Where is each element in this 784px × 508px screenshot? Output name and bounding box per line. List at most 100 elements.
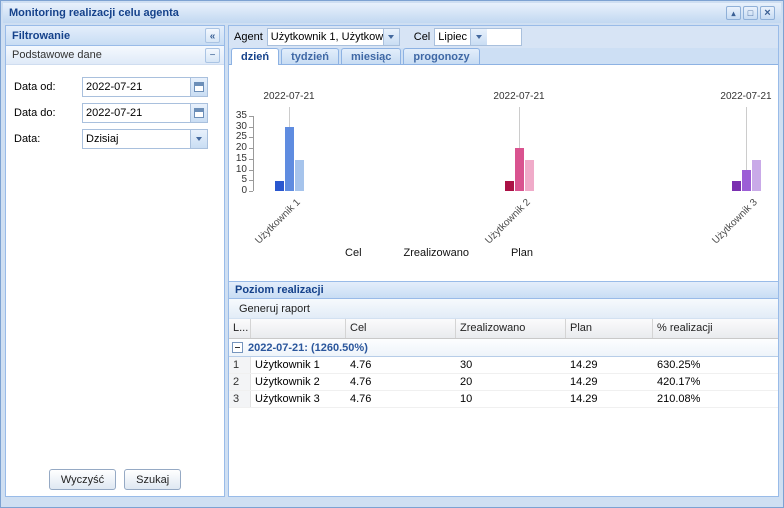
column-header-name[interactable] <box>251 319 346 338</box>
y-tick-mark <box>249 180 253 182</box>
date-to-picker-trigger[interactable] <box>190 104 207 122</box>
section-collapse-button[interactable] <box>205 47 220 63</box>
clear-button[interactable]: Wyczyść <box>48 469 117 490</box>
window-maximize-button[interactable] <box>743 6 758 20</box>
y-tick-label: 35 <box>235 110 247 121</box>
chevron-down-icon <box>196 137 202 141</box>
column-header-lp[interactable]: L... <box>229 319 251 338</box>
calendar-icon <box>194 108 204 118</box>
date-preset-combobox[interactable] <box>82 129 208 149</box>
cell-num: 2 <box>229 374 251 390</box>
y-tick-mark <box>249 158 253 160</box>
date-to-input[interactable] <box>83 104 190 122</box>
y-tick-mark <box>249 148 253 150</box>
group-date-label: 2022-07-21 <box>720 91 772 102</box>
window-tools <box>726 6 775 20</box>
tab-dzien[interactable]: dzień <box>231 48 280 65</box>
window-titlebar: Monitoring realizacji celu agenta <box>3 3 781 23</box>
cell-pct: 420.17% <box>657 376 701 388</box>
date-preset-dropdown-trigger[interactable] <box>190 130 207 148</box>
filter-footer: Wyczyść Szukaj <box>6 469 224 490</box>
agent-combobox-value: Użytkownik 1, Użytkowr <box>270 31 383 43</box>
group-row[interactable]: 2022-07-21: (1260.50%) <box>229 339 778 357</box>
table-row[interactable]: 2 Użytkownik 2 4.76 20 14.29 420.17% <box>229 374 778 391</box>
y-tick-label: 10 <box>235 163 247 175</box>
legend-item-cel: Cel <box>345 247 362 259</box>
grid-toolbar: Generuj raport <box>229 299 778 319</box>
column-header-cel[interactable]: Cel <box>346 319 456 338</box>
agent-label: Agent <box>234 31 263 43</box>
bar-zrealizowano <box>515 148 524 191</box>
maximize-icon <box>748 7 753 19</box>
filter-panel: Filtrowanie Podstawowe dane Data od: <box>5 25 225 497</box>
cel-dropdown-trigger[interactable] <box>470 29 488 45</box>
y-tick-label: 15 <box>235 152 247 164</box>
agent-toolbar: Agent Użytkownik 1, Użytkowr Cel Lipiec <box>229 26 778 48</box>
table-row[interactable]: 3 Użytkownik 3 4.76 10 14.29 210.08% <box>229 391 778 408</box>
panel-collapse-left-button[interactable] <box>205 28 220 43</box>
basic-data-section-header: Podstawowe dane <box>6 46 224 65</box>
y-tick-label: 30 <box>235 120 247 132</box>
date-preset-input[interactable] <box>83 130 190 148</box>
generate-report-button[interactable]: Generuj raport <box>233 302 316 316</box>
cell-cel: 4.76 <box>350 376 372 388</box>
y-tick-label: 20 <box>235 142 247 154</box>
date-from-input[interactable] <box>83 78 190 96</box>
cell-pct: 630.25% <box>657 359 701 371</box>
bar-zrealizowano <box>742 170 751 191</box>
table-header: L... Cel Zrealizowano Plan % realizacji <box>229 319 778 339</box>
tab-tydzien[interactable]: tydzień <box>281 48 340 64</box>
chevron-down-icon <box>476 35 483 39</box>
app-window: Monitoring realizacji celu agenta Filtro… <box>0 0 784 508</box>
column-header-zrealizowano[interactable]: Zrealizowano <box>456 319 566 338</box>
group-date-label: 2022-07-21 <box>263 91 315 102</box>
table-row[interactable]: 1 Użytkownik 1 4.76 30 14.29 630.25% <box>229 357 778 374</box>
window-collapse-button[interactable] <box>726 6 741 20</box>
period-tabbar: dzień tydzień miesiąc progonozy <box>229 48 778 65</box>
close-icon <box>764 7 770 19</box>
y-tick-mark <box>249 169 253 171</box>
cell-name: Użytkownik 1 <box>255 359 320 371</box>
cell-cel: 4.76 <box>350 359 372 371</box>
cell-pct: 210.08% <box>657 393 701 405</box>
main-area: Agent Użytkownik 1, Użytkowr Cel Lipiec … <box>228 25 779 497</box>
category-label: Użytkownik 3 <box>710 197 760 247</box>
agent-dropdown-trigger[interactable] <box>382 29 399 45</box>
collapse-group-icon[interactable] <box>232 342 243 353</box>
basic-data-section-title: Podstawowe dane <box>12 49 102 61</box>
bar-cel <box>275 181 284 191</box>
bar-zrealizowano <box>285 127 294 191</box>
search-button[interactable]: Szukaj <box>124 469 182 490</box>
chevron-down-icon <box>388 35 395 39</box>
column-header-pct[interactable]: % realizacji <box>653 319 778 338</box>
category-label: Użytkownik 2 <box>483 197 533 247</box>
filter-form: Data od: Data do: Data: <box>6 65 224 152</box>
date-preset-row: Data: <box>6 126 224 152</box>
cell-name: Użytkownik 3 <box>255 393 320 405</box>
filter-panel-title: Filtrowanie <box>12 29 71 42</box>
cell-plan: 14.29 <box>570 376 598 388</box>
cel-combobox-value: Lipiec <box>438 31 468 43</box>
minus-icon <box>210 49 216 61</box>
bar-plan <box>525 160 534 191</box>
collapse-up-icon <box>731 7 735 19</box>
window-title: Monitoring realizacji celu agenta <box>9 7 179 19</box>
tab-prognozy[interactable]: progonozy <box>403 48 480 64</box>
window-close-button[interactable] <box>760 6 775 20</box>
cel-combobox[interactable]: Lipiec <box>434 28 523 46</box>
category-label: Użytkownik 1 <box>253 197 303 247</box>
date-from-field-wrap <box>82 77 208 97</box>
cell-cel: 4.76 <box>350 393 372 405</box>
cell-num: 3 <box>229 391 251 407</box>
y-tick-label: 25 <box>235 131 247 143</box>
column-header-plan[interactable]: Plan <box>566 319 653 338</box>
tab-miesiac[interactable]: miesiąc <box>341 48 402 64</box>
realization-panel-title: Poziom realizacji <box>235 284 324 296</box>
realization-panel: Poziom realizacji Generuj raport L... Ce… <box>229 281 778 496</box>
cell-name: Użytkownik 2 <box>255 376 320 388</box>
cell-zrealizowano: 30 <box>460 359 473 371</box>
date-from-picker-trigger[interactable] <box>190 78 207 96</box>
agent-combobox[interactable]: Użytkownik 1, Użytkowr <box>266 28 400 46</box>
chart-legend: Cel Zrealizowano Plan <box>229 247 649 259</box>
y-axis-line <box>253 116 254 191</box>
